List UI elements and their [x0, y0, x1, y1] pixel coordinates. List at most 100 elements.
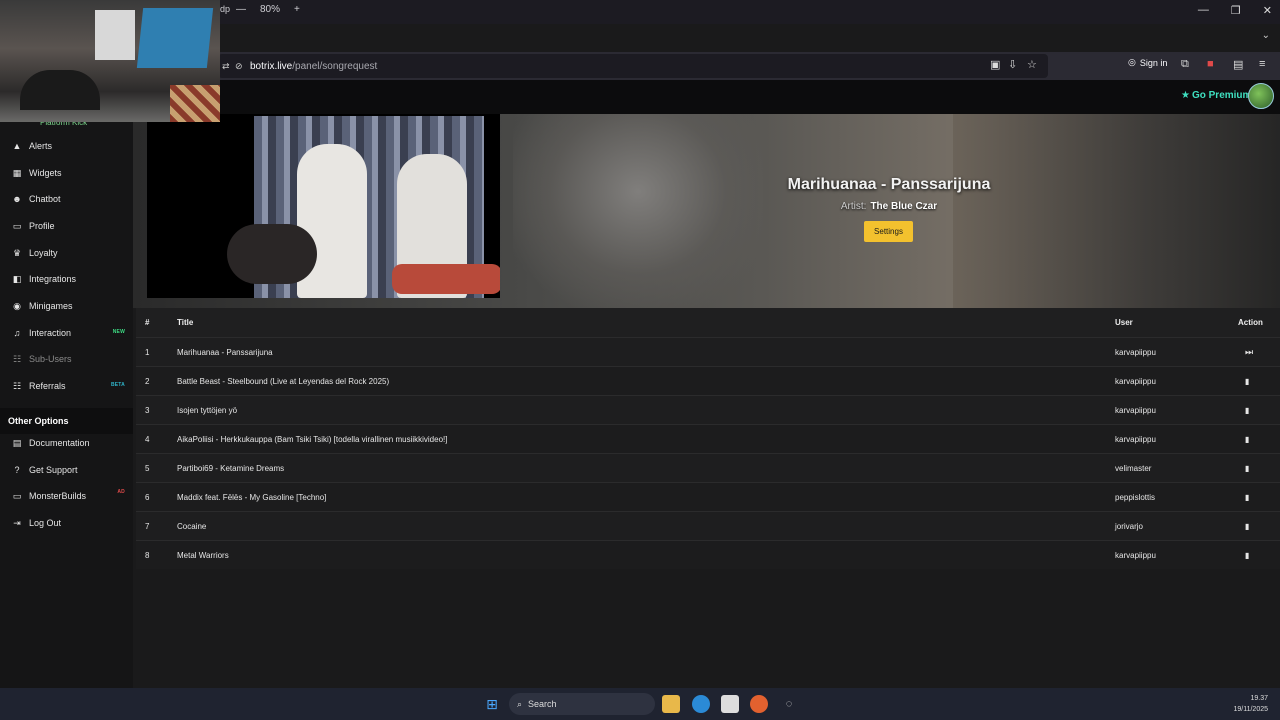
extension-badge-icon[interactable]: ■ — [1207, 58, 1214, 70]
window-controls: — ❐ ✕ — [1198, 4, 1272, 17]
skip-button[interactable]: ⏭ — [1245, 347, 1253, 358]
song-title: Marihuanaa - Panssarijuna — [177, 348, 273, 357]
table-header: # Title User Action — [136, 308, 1280, 337]
new-tab-button[interactable]: + — [294, 4, 300, 15]
sidebar-item-label: Sub-Users — [29, 354, 72, 364]
store-icon[interactable] — [721, 695, 739, 713]
requester-user: jorivarjo — [1115, 522, 1144, 531]
row-number: 6 — [145, 493, 150, 502]
tab-list-chevron-icon[interactable]: ⌄ — [1262, 30, 1270, 41]
trash-icon: ▮ — [1245, 493, 1250, 502]
sidebar-item-integrations[interactable]: ◧ Integrations — [0, 266, 133, 292]
firefox-icon[interactable] — [750, 695, 768, 713]
taskbar-search[interactable]: ⌕ Search — [509, 693, 655, 715]
url-bar[interactable]: ⇄ ⊘ botrix.live/panel/songrequest — [218, 54, 1048, 78]
settings-button[interactable]: Settings — [864, 221, 913, 242]
table-row: 5 Partiboi69 - Ketamine Dreams velimaster ▮ — [136, 453, 1280, 482]
sidebar-item-profile[interactable]: ▭ Profile — [0, 213, 133, 239]
save-page-icon[interactable]: ⇩ — [1008, 58, 1017, 71]
song-title: Cocaine — [177, 522, 207, 531]
music-icon: ♫ — [13, 328, 21, 338]
video-frame — [227, 224, 317, 284]
plug-icon: ◧ — [12, 273, 22, 284]
sidebar-item-interaction[interactable]: ♫ Interaction NEW — [0, 320, 133, 346]
sidebar-item-label: Chatbot — [29, 194, 61, 204]
delete-button[interactable]: ▮ — [1245, 492, 1249, 502]
sidebar-item-label: Alerts — [29, 141, 53, 151]
sidebar-item-documentation[interactable]: ▤ Documentation — [0, 430, 133, 456]
delete-button[interactable]: ▮ — [1245, 405, 1249, 415]
tracking-protection-icon[interactable]: ⇄ — [222, 61, 230, 72]
table-row: 1 Marihuanaa - Panssarijuna karvapiippu ⏭ — [136, 337, 1280, 366]
video-frame — [392, 264, 500, 294]
sidebar-item-label: Log Out — [29, 518, 62, 528]
extensions-icon[interactable]: ⧉ — [1181, 58, 1189, 71]
sidebar-item-sub-users[interactable]: ☷ Sub-Users — [0, 346, 133, 372]
table-row: 8 Metal Warriors karvapiippu ▮ — [136, 540, 1280, 569]
zoom-level[interactable]: 80% — [260, 4, 280, 15]
laptop-icon: ▭ — [12, 490, 22, 501]
new-badge: NEW — [112, 329, 125, 335]
requester-user: karvapiippu — [1115, 406, 1156, 415]
sidebar-item-alerts[interactable]: ▲ Alerts — [0, 133, 133, 159]
sidebar-item-label: Profile — [29, 221, 55, 231]
header-title: Title — [177, 318, 194, 327]
windows-start-icon[interactable]: ⊞ — [483, 695, 501, 713]
sidebar: Platform Kick ▲ Alerts ▦ Widgets ☻ Chatbot … — [0, 114, 133, 688]
go-premium-button[interactable]: ★ Go Premium — [1181, 90, 1251, 101]
go-premium-label: Go Premium — [1191, 90, 1252, 101]
artist-name: The Blue Czar — [870, 201, 938, 212]
sidebar-item-minigames[interactable]: ◉ Minigames — [0, 293, 133, 319]
sidebar-item-monsterbuilds[interactable]: ▭ MonsterBuilds AD — [0, 483, 133, 509]
header-action: Action — [1238, 318, 1263, 327]
sidebar-item-loyalty[interactable]: ♛ Loyalty — [0, 240, 133, 266]
skip-icon: ⏭ — [1245, 347, 1254, 357]
delete-button[interactable]: ▮ — [1245, 434, 1249, 444]
row-number: 4 — [145, 435, 150, 444]
video-player[interactable] — [147, 114, 500, 298]
sidebar-item-label: Minigames — [29, 301, 73, 311]
sidebar-item-referrals[interactable]: ☷ Referrals BETA — [0, 373, 133, 399]
row-number: 8 — [145, 551, 150, 560]
webcam-frame — [170, 85, 220, 122]
row-number: 3 — [145, 406, 150, 415]
bookmark-star-icon[interactable]: ☆ — [1027, 58, 1037, 71]
edge-icon[interactable] — [692, 695, 710, 713]
beta-badge: BETA — [110, 382, 125, 388]
requester-user: karvapiippu — [1115, 377, 1156, 386]
close-button[interactable]: ✕ — [1263, 4, 1272, 17]
picture-in-picture-icon[interactable]: ▣ — [990, 58, 1000, 71]
sidebar-item-label: Get Support — [29, 465, 78, 475]
table-row: 3 Isojen tyttöjen yö karvapiippu ▮ — [136, 395, 1280, 424]
delete-button[interactable]: ▮ — [1245, 463, 1249, 473]
avatar[interactable] — [1248, 83, 1274, 109]
sidebar-item-label: MonsterBuilds — [29, 491, 87, 501]
sidebar-item-get-support[interactable]: ? Get Support — [0, 457, 133, 483]
restore-button[interactable]: ❐ — [1231, 4, 1241, 17]
sidebar-item-chatbot[interactable]: ☻ Chatbot — [0, 186, 133, 212]
row-number: 1 — [145, 348, 150, 357]
app-icon[interactable]: ◌ — [780, 695, 798, 713]
file-explorer-icon[interactable] — [662, 695, 680, 713]
requester-user: karvapiippu — [1115, 551, 1156, 560]
delete-button[interactable]: ▮ — [1245, 376, 1249, 386]
users-icon: ☷ — [12, 353, 22, 364]
delete-button[interactable]: ▮ — [1245, 550, 1249, 560]
sidebar-item-label: Documentation — [29, 438, 90, 448]
site-permissions-icon[interactable]: ⊘ — [235, 61, 243, 72]
tab-title-fragment[interactable]: dp — [220, 4, 230, 14]
sidebar-item-widgets[interactable]: ▦ Widgets — [0, 160, 133, 186]
system-clock[interactable]: 19.37 19/11/2025 — [1233, 693, 1268, 715]
menu-icon[interactable]: ≡ — [1259, 58, 1265, 70]
requester-user: karvapiippu — [1115, 348, 1156, 357]
extension-counter-icon[interactable]: ▤ — [1233, 58, 1243, 71]
webcam-frame — [95, 10, 135, 60]
zoom-out-button[interactable]: — — [236, 4, 246, 15]
sidebar-item-log-out[interactable]: ⇥ Log Out — [0, 510, 133, 536]
trash-icon: ▮ — [1245, 377, 1250, 386]
sidebar-item-label: Loyalty — [29, 248, 58, 258]
delete-button[interactable]: ▮ — [1245, 521, 1249, 531]
minimize-button[interactable]: — — [1198, 4, 1209, 17]
url-path: /panel/songrequest — [292, 60, 378, 72]
sign-in-button[interactable]: ◎ Sign in — [1128, 57, 1167, 68]
